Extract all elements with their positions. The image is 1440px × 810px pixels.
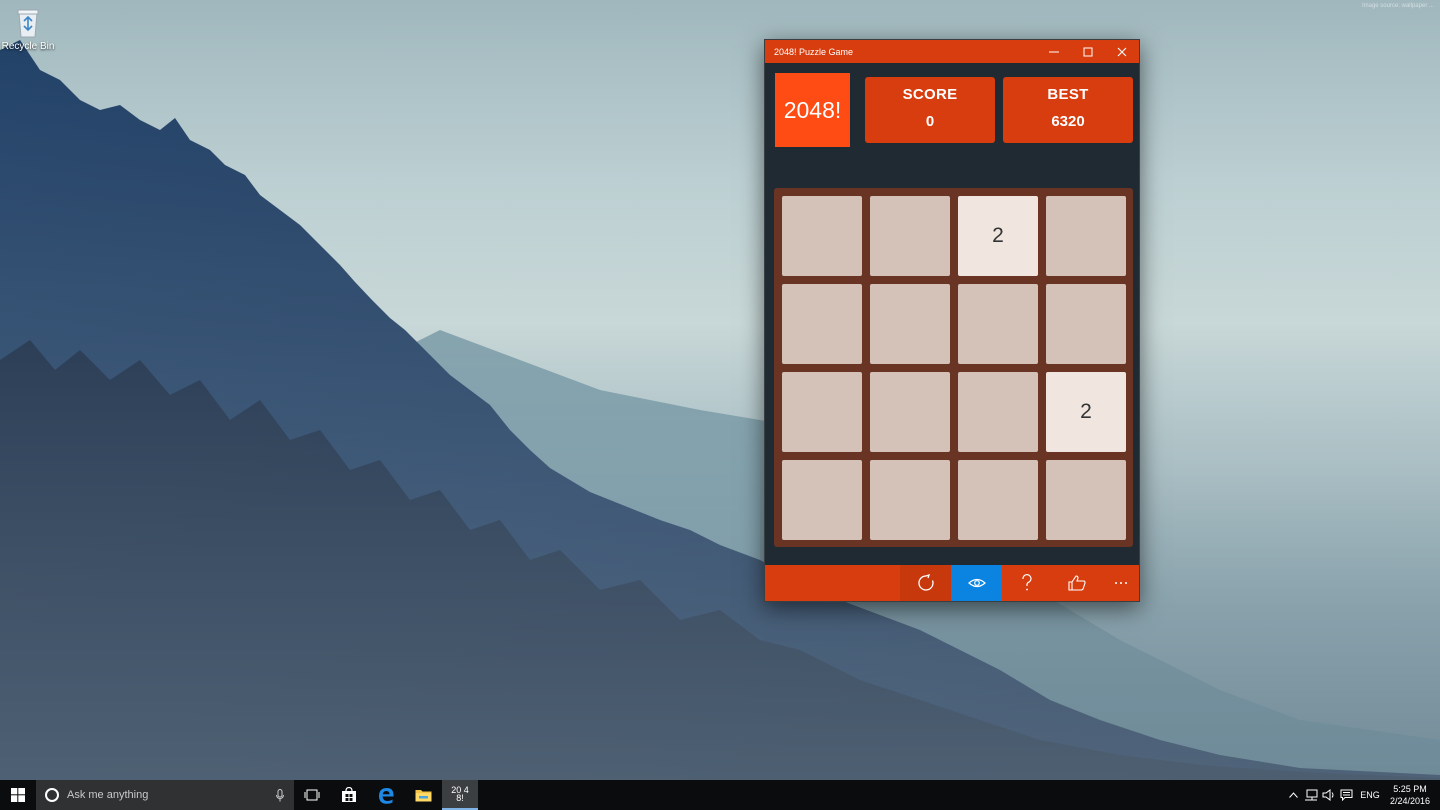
desktop-icon-label: Recycle Bin [1, 41, 55, 52]
windows-logo-icon [11, 788, 25, 802]
more-button[interactable] [1102, 565, 1140, 601]
start-button[interactable] [0, 780, 36, 810]
microphone-icon[interactable] [276, 788, 284, 802]
board-tile [870, 284, 950, 364]
board-tile [958, 460, 1038, 540]
board-tile [782, 372, 862, 452]
desktop-wallpaper [0, 0, 1440, 780]
best-box: BEST 6320 [1003, 77, 1133, 143]
window-title: 2048! Puzzle Game [774, 46, 854, 57]
task-view-button[interactable] [294, 780, 330, 810]
title-bar[interactable]: 2048! Puzzle Game [765, 40, 1139, 63]
maximize-button[interactable] [1071, 40, 1105, 63]
board-tile [782, 460, 862, 540]
volume-button[interactable] [1320, 780, 1338, 810]
wallpaper-watermark: Image source: wallpaper ... [1361, 3, 1434, 9]
task-view-icon [304, 789, 320, 801]
file-explorer-button[interactable] [405, 780, 441, 810]
best-value: 6320 [1051, 113, 1085, 130]
action-center-button[interactable] [1338, 780, 1354, 810]
minimize-button[interactable] [1037, 40, 1071, 63]
board-tile [958, 284, 1038, 364]
edge-button[interactable] [368, 780, 404, 810]
action-center-icon [1340, 789, 1352, 801]
minimize-icon [1049, 51, 1059, 52]
clock-date: 2/24/2016 [1389, 796, 1431, 806]
cortana-icon [45, 788, 59, 802]
question-icon [1022, 574, 1032, 591]
recycle-bin-icon [17, 9, 39, 38]
eye-icon [967, 578, 986, 588]
2048-app-taskbar-button[interactable]: 20 48! [442, 780, 478, 810]
clock-time: 5:25 PM [1393, 784, 1427, 794]
file-explorer-icon [415, 790, 431, 802]
input-language-indicator[interactable]: ENG [1357, 780, 1383, 810]
score-value: 0 [925, 113, 935, 130]
help-button[interactable] [1002, 565, 1052, 601]
board-tile [870, 372, 950, 452]
desktop-icon-recycle-bin[interactable]: Recycle Bin [2, 4, 54, 62]
score-box: SCORE 0 [865, 77, 995, 143]
network-icon [1305, 789, 1318, 801]
search-box[interactable]: Ask me anything [36, 780, 294, 810]
app-window: 2048! Puzzle Game 2048! SCORE 0 BEST 632… [764, 39, 1140, 602]
like-button[interactable] [1052, 565, 1102, 601]
chevron-up-icon [1288, 792, 1298, 798]
edge-icon [378, 787, 394, 804]
board-tile [1046, 460, 1126, 540]
show-hidden-icons-button[interactable] [1285, 780, 1301, 810]
board-tile [1046, 196, 1126, 276]
more-icon [1115, 582, 1127, 584]
game-logo: 2048! [775, 73, 850, 147]
thumbs-up-icon [1068, 575, 1086, 591]
taskbar: Ask me anything 20 48! ENG 5:25 PM 2/24/… [0, 780, 1440, 810]
store-icon [342, 787, 356, 802]
close-button[interactable] [1105, 40, 1139, 63]
board-tile [870, 460, 950, 540]
clock[interactable]: 5:25 PM 2/24/2016 [1386, 780, 1434, 810]
board-tile [782, 284, 862, 364]
board-tile [958, 372, 1038, 452]
store-button[interactable] [331, 780, 367, 810]
volume-icon [1322, 789, 1334, 801]
search-placeholder: Ask me anything [67, 789, 149, 801]
view-button[interactable] [951, 565, 1002, 601]
restart-button[interactable] [900, 565, 951, 601]
board-tile: 2 [1046, 372, 1126, 452]
board-tile [870, 196, 950, 276]
close-icon [1117, 47, 1127, 56]
2048-app-icon: 20 48! [451, 785, 469, 803]
network-button[interactable] [1302, 780, 1320, 810]
best-label: BEST [1047, 86, 1089, 103]
board-tile [782, 196, 862, 276]
score-label: SCORE [902, 86, 958, 103]
app-bar [765, 565, 1139, 601]
board-tile [1046, 284, 1126, 364]
restart-icon [917, 574, 934, 591]
game-board[interactable]: 22 [774, 188, 1133, 547]
maximize-icon [1083, 47, 1093, 56]
board-tile: 2 [958, 196, 1038, 276]
